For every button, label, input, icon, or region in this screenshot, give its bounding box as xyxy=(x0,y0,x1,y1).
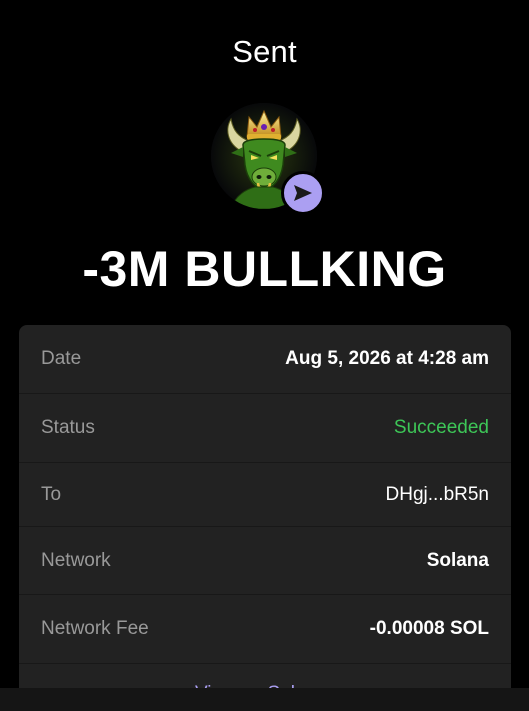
network-label: Network xyxy=(41,549,111,571)
status-value: Succeeded xyxy=(393,417,489,438)
detail-row-status: Status Succeeded xyxy=(19,394,511,463)
transaction-amount: -3M BULLKING xyxy=(82,241,447,297)
network-fee-label: Network Fee xyxy=(41,618,149,639)
token-avatar-group xyxy=(211,103,325,215)
bottom-bar xyxy=(0,688,529,711)
transaction-detail-screen: Sent -3M BULLKING Date Aug 5, 2026 at 4:… xyxy=(0,0,529,711)
status-label: Status xyxy=(41,417,95,438)
send-arrow-icon xyxy=(281,171,325,215)
detail-row-to[interactable]: To DHgj...bR5n xyxy=(19,463,511,527)
to-address-value[interactable]: DHgj...bR5n xyxy=(386,484,490,506)
detail-row-network-fee: Network Fee -0.00008 SOL xyxy=(19,595,511,664)
detail-row-network: Network Solana xyxy=(19,527,511,595)
date-label: Date xyxy=(41,348,82,369)
page-title: Sent xyxy=(232,34,297,69)
network-fee-value: -0.00008 SOL xyxy=(369,618,489,639)
transaction-details-card: Date Aug 5, 2026 at 4:28 am Status Succe… xyxy=(19,325,511,711)
detail-row-date: Date Aug 5, 2026 at 4:28 am xyxy=(19,325,511,394)
network-value: Solana xyxy=(426,549,489,571)
to-label: To xyxy=(41,483,62,505)
date-value: Aug 5, 2026 at 4:28 am xyxy=(285,348,489,369)
